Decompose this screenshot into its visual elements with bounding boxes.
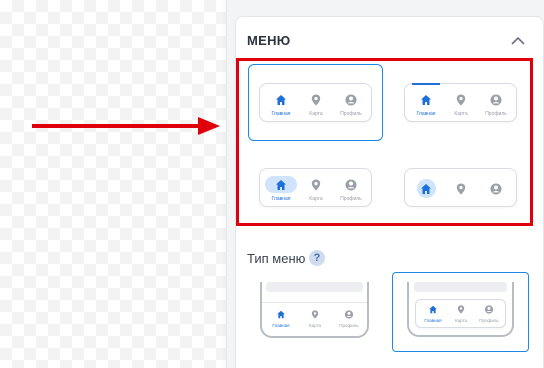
content-placeholder bbox=[266, 282, 363, 292]
nav-item-profile: Профиль bbox=[330, 304, 368, 334]
nav-label-map: Карта bbox=[308, 323, 322, 328]
red-arrow-annotation bbox=[32, 117, 220, 135]
divider bbox=[262, 302, 367, 303]
help-icon[interactable]: ? bbox=[309, 250, 325, 266]
floating-nav: Главная Карта Профиль bbox=[415, 299, 506, 328]
red-highlight-annotation bbox=[236, 58, 533, 226]
user-circle-icon bbox=[484, 305, 494, 314]
content-placeholder bbox=[414, 282, 507, 292]
map-pin-icon bbox=[457, 305, 465, 314]
chevron-up-icon[interactable] bbox=[510, 36, 526, 46]
nav-label-profile: Профиль bbox=[339, 323, 359, 328]
phone-preview: Главная Карта Профиль bbox=[407, 282, 514, 337]
nav-label-profile: Профиль bbox=[479, 318, 499, 323]
phone-preview: Главная Карта Профиль bbox=[260, 282, 369, 338]
nav-item-home: Главная bbox=[262, 304, 300, 334]
nav-label-home: Главная bbox=[272, 323, 290, 328]
home-icon bbox=[429, 305, 437, 314]
menu-type-label: Тип меню bbox=[247, 251, 306, 266]
map-pin-icon bbox=[311, 310, 319, 319]
section-title: МЕНЮ bbox=[247, 33, 291, 48]
home-icon bbox=[277, 310, 285, 319]
nav-item-profile: Профиль bbox=[470, 300, 508, 329]
nav-item-map: Карта bbox=[296, 304, 334, 334]
user-circle-icon bbox=[344, 310, 354, 319]
